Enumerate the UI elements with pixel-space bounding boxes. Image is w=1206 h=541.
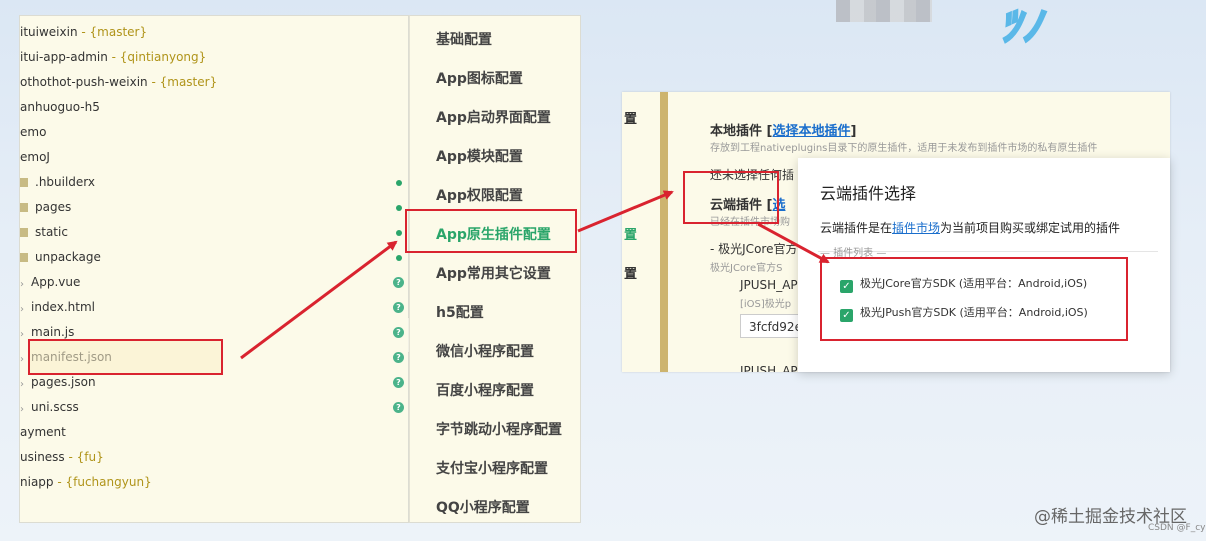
watermark-sub: CSDN @F_cy bbox=[1148, 523, 1206, 533]
annotation-arrows bbox=[240, 190, 830, 360]
arrow-plugin-to-dialog bbox=[757, 222, 830, 264]
arrow-menu-to-plugin bbox=[577, 190, 674, 233]
arrow-tree-to-menu bbox=[240, 240, 398, 360]
